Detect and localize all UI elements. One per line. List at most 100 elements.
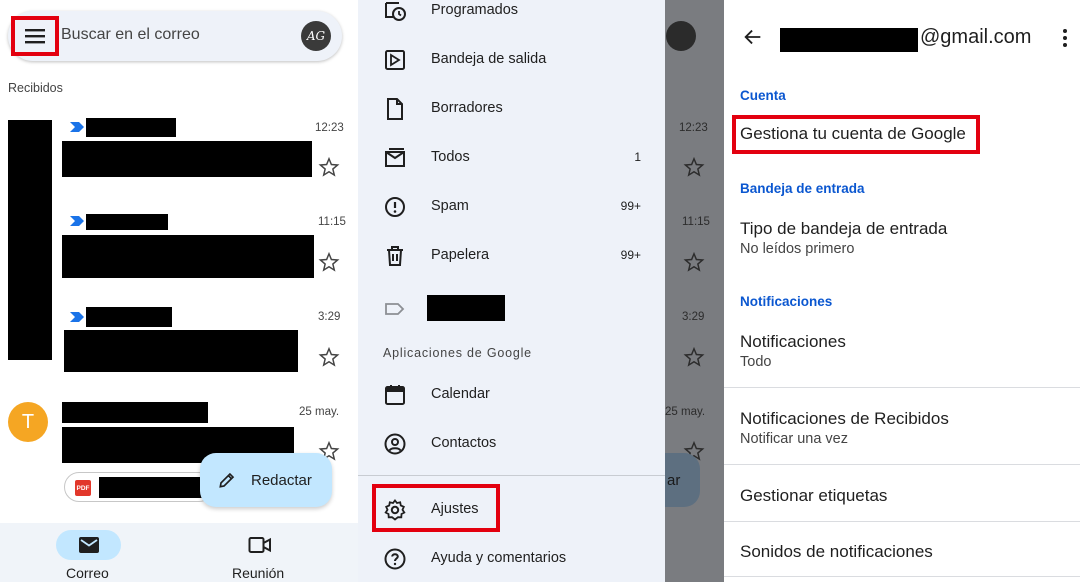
drawer-item-contacts[interactable]: Contactos	[358, 423, 665, 463]
pdf-icon: PDF	[75, 480, 91, 496]
sender-avatar: T	[8, 402, 48, 442]
back-arrow-icon[interactable]	[742, 26, 764, 48]
outbox-icon	[385, 50, 405, 70]
scrim-time: 12:23	[679, 122, 708, 134]
search-bar[interactable]: Buscar en el correo AG	[8, 11, 342, 61]
drawer-item-label: Bandeja de salida	[431, 51, 547, 67]
drawer-item-label: Programados	[431, 2, 519, 18]
divider	[724, 387, 1080, 388]
important-marker-icon	[70, 312, 84, 322]
drawer-item-label-redacted[interactable]	[358, 288, 665, 328]
redacted-sender	[86, 307, 172, 327]
compose-button[interactable]: Redactar	[200, 453, 332, 507]
drawer-divider	[358, 475, 665, 476]
search-input[interactable]: Buscar en el correo	[61, 26, 200, 44]
help-icon	[384, 548, 406, 570]
menu-button[interactable]	[11, 16, 59, 56]
star-icon[interactable]	[318, 251, 340, 273]
bottom-navigation: Correo Reunión	[0, 523, 358, 582]
redacted-subject[interactable]	[62, 141, 312, 177]
scrim-time: 11:15	[682, 216, 710, 228]
star-icon[interactable]	[318, 346, 340, 368]
email-time: 25 may.	[299, 406, 340, 418]
redacted-sender	[86, 214, 168, 230]
nav-mail-label[interactable]: Correo	[66, 565, 109, 581]
redacted-avatars	[8, 120, 52, 360]
account-avatar[interactable]: AG	[301, 21, 331, 51]
trash-icon	[387, 246, 403, 266]
redacted-subject[interactable]	[62, 235, 314, 278]
drawer-scrim[interactable]: 12:23 11:15 3:29 25 may. ar	[648, 0, 724, 582]
section-label-inbox: Recibidos	[8, 81, 63, 95]
notification-sounds-setting[interactable]: Sonidos de notificaciones	[740, 542, 933, 562]
nav-meet-label[interactable]: Reunión	[232, 565, 284, 581]
email-time: 3:29	[318, 311, 341, 323]
drawer-item-drafts[interactable]: Borradores	[358, 88, 665, 128]
notifications-value: Todo	[740, 354, 772, 370]
drawer-item-label: Borradores	[431, 100, 503, 116]
redacted-sender	[86, 118, 176, 137]
drawer-item-label: Todos	[431, 149, 470, 165]
drawer-item-settings[interactable]: Ajustes	[358, 489, 665, 529]
redacted-sender	[62, 402, 208, 423]
mail-icon	[78, 537, 99, 553]
drawer-item-count: 99+	[620, 248, 641, 262]
redacted-filename	[99, 477, 204, 498]
hamburger-menu-icon	[25, 29, 45, 44]
drawer-item-label: Ajustes	[431, 501, 479, 517]
settings-panel: @gmail.com Cuenta Gestiona tu cuenta de …	[724, 0, 1080, 582]
drawer-item-calendar[interactable]: Calendar	[358, 374, 665, 414]
gear-icon	[384, 499, 406, 521]
label-icon	[385, 303, 405, 315]
contacts-icon	[384, 433, 406, 455]
drawer-item-help[interactable]: Ayuda y comentarios	[358, 538, 665, 578]
important-marker-icon	[70, 122, 84, 132]
inbox-type-setting[interactable]: Tipo de bandeja de entrada	[740, 219, 947, 239]
important-marker-icon	[70, 216, 84, 226]
email-time: 11:15	[318, 216, 346, 228]
star-icon[interactable]	[318, 156, 340, 178]
scrim-time: 25 may.	[665, 406, 706, 418]
section-heading-notifications: Notificaciones	[740, 294, 833, 309]
account-avatar-dimmed	[666, 21, 696, 51]
drawer-item-label: Calendar	[431, 386, 490, 402]
divider	[724, 464, 1080, 465]
drawer-item-scheduled[interactable]: Programados	[358, 0, 665, 30]
manage-labels-setting[interactable]: Gestionar etiquetas	[740, 486, 887, 506]
drawer-item-outbox[interactable]: Bandeja de salida	[358, 39, 665, 79]
drawer-item-all-mail[interactable]: Todos 1	[358, 137, 665, 177]
drawer-item-trash[interactable]: Papelera 99+	[358, 235, 665, 275]
attachment-chip[interactable]: PDF	[64, 472, 214, 502]
pencil-icon	[219, 472, 235, 488]
drawer-item-label: Spam	[431, 198, 469, 214]
calendar-icon	[385, 385, 405, 405]
scheduled-icon	[385, 2, 406, 21]
inbox-type-value: No leídos primero	[740, 241, 855, 257]
drawer-item-count: 1	[634, 150, 641, 164]
manage-account-link[interactable]: Gestiona tu cuenta de Google	[740, 124, 966, 144]
divider	[724, 576, 1080, 577]
drawer-item-label: Contactos	[431, 435, 497, 451]
compose-label: Redactar	[251, 472, 312, 489]
all-mail-icon	[385, 148, 405, 167]
drawer-item-spam[interactable]: Spam 99+	[358, 186, 665, 226]
scrim-time: 3:29	[682, 311, 705, 323]
spam-icon	[385, 197, 405, 217]
drawer-item-count: 99+	[620, 199, 641, 213]
video-camera-icon[interactable]	[248, 535, 272, 555]
inbox-notifications-setting[interactable]: Notificaciones de Recibidos	[740, 409, 949, 429]
nav-mail-button[interactable]	[56, 530, 121, 560]
navigation-drawer: Programados Bandeja de salida Borradores…	[358, 0, 665, 582]
more-vert-icon[interactable]	[1062, 28, 1068, 48]
email-time: 12:23	[315, 122, 344, 134]
drawer-panel: 12:23 11:15 3:29 25 may. ar Programados …	[358, 0, 724, 582]
redacted-subject[interactable]	[64, 330, 298, 372]
star-icon	[683, 156, 705, 177]
inbox-notifications-value: Notificar una vez	[740, 431, 848, 447]
notifications-setting[interactable]: Notificaciones	[740, 332, 846, 352]
star-icon	[683, 251, 705, 272]
drawer-item-label: Ayuda y comentarios	[431, 550, 567, 566]
inbox-panel: Buscar en el correo AG Recibidos 12:23 1…	[0, 0, 358, 582]
apps-heading: Aplicaciones de Google	[383, 346, 532, 360]
section-heading-inbox: Bandeja de entrada	[740, 181, 865, 196]
